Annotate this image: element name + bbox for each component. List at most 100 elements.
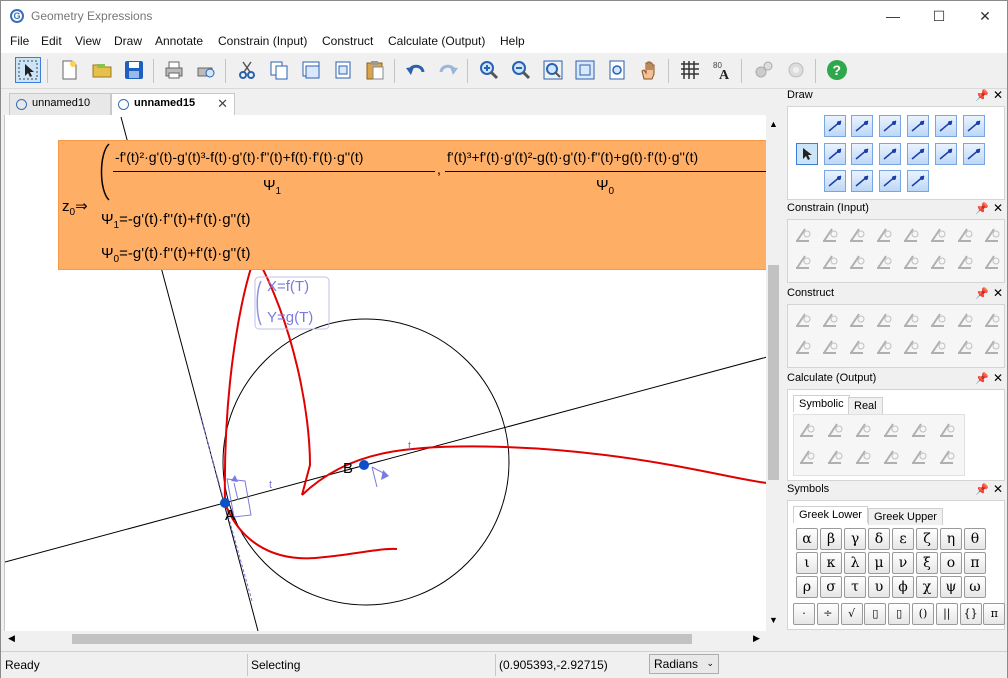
result-expression-box[interactable]: z0⇒ -f'(t)²·g'(t)-g'(t)³-f(t)·g'(t)·f''(…	[58, 140, 766, 270]
save-button[interactable]	[121, 57, 147, 83]
greek-symbol-button[interactable]: ω	[964, 576, 986, 598]
disabled-tool-button[interactable]	[927, 309, 949, 331]
greek-symbol-button[interactable]: ξ	[916, 552, 938, 574]
close-panel-icon[interactable]: ✕	[993, 371, 1003, 385]
operator-symbol-button[interactable]: ▯	[888, 603, 911, 625]
line-ab[interactable]	[5, 356, 766, 563]
settings-button[interactable]	[751, 57, 777, 83]
evolute-curve-left[interactable]	[223, 247, 259, 504]
menu-calculate[interactable]: Calculate (Output)	[388, 34, 485, 48]
draw-tool-button[interactable]	[851, 170, 873, 192]
greek-symbol-button[interactable]: κ	[820, 552, 842, 574]
disabled-tool-button[interactable]	[981, 251, 1003, 273]
disabled-tool-button[interactable]	[846, 251, 868, 273]
draw-tool-button[interactable]	[824, 170, 846, 192]
point-b[interactable]	[359, 460, 369, 470]
pan-button[interactable]	[636, 57, 662, 83]
disabled-tool-button[interactable]	[880, 419, 902, 441]
greek-symbol-button[interactable]: γ	[844, 528, 866, 550]
select-tool-button[interactable]	[15, 57, 41, 83]
vertical-scrollbar[interactable]: ▲ ▼	[766, 115, 781, 631]
draw-tool-button[interactable]	[879, 170, 901, 192]
greek-symbol-button[interactable]: α	[796, 528, 818, 550]
disabled-tool-button[interactable]	[792, 309, 814, 331]
pin-icon[interactable]: 📌	[975, 202, 989, 215]
disabled-tool-button[interactable]	[819, 336, 841, 358]
pin-icon[interactable]: 📌	[975, 483, 989, 496]
scroll-right-icon[interactable]: ▶	[753, 633, 760, 644]
greek-symbol-button[interactable]: μ	[868, 552, 890, 574]
open-file-button[interactable]	[89, 57, 115, 83]
maximize-button[interactable]: ☐	[916, 1, 962, 31]
disabled-tool-button[interactable]	[981, 336, 1003, 358]
zoom-fit-button[interactable]	[572, 57, 598, 83]
disabled-tool-button[interactable]	[873, 251, 895, 273]
menu-file[interactable]: File	[10, 34, 29, 48]
draw-tool-button[interactable]	[796, 143, 818, 165]
disabled-tool-button[interactable]	[792, 224, 814, 246]
operator-symbol-button[interactable]: π	[983, 603, 1006, 625]
disabled-tool-button[interactable]	[873, 309, 895, 331]
disabled-tool-button[interactable]	[846, 336, 868, 358]
vertical-scroll-thumb[interactable]	[768, 265, 779, 480]
disabled-tool-button[interactable]	[824, 446, 846, 468]
zoom-out-button[interactable]	[508, 57, 534, 83]
close-panel-icon[interactable]: ✕	[993, 482, 1003, 496]
draw-tool-button[interactable]	[851, 115, 873, 137]
zoom-box-button[interactable]	[540, 57, 566, 83]
drawing-canvas[interactable]: A B t t X=f(T) Y=g(T) z0⇒ -f'(t)²·g'(t)-…	[4, 115, 766, 631]
disabled-tool-button[interactable]	[792, 336, 814, 358]
disabled-tool-button[interactable]	[873, 336, 895, 358]
greek-symbol-button[interactable]: θ	[964, 528, 986, 550]
paste-button[interactable]	[362, 57, 388, 83]
disabled-tool-button[interactable]	[900, 224, 922, 246]
disabled-tool-button[interactable]	[792, 251, 814, 273]
disabled-tool-button[interactable]	[927, 224, 949, 246]
draw-tool-button[interactable]	[879, 143, 901, 165]
disabled-tool-button[interactable]	[819, 224, 841, 246]
print-button[interactable]	[161, 57, 187, 83]
greek-symbol-button[interactable]: ι	[796, 552, 818, 574]
greek-symbol-button[interactable]: ϕ	[892, 576, 914, 598]
disabled-tool-button[interactable]	[824, 419, 846, 441]
horizontal-scroll-thumb[interactable]	[72, 634, 692, 644]
close-button[interactable]: ✕	[962, 1, 1008, 31]
disabled-tool-button[interactable]	[819, 251, 841, 273]
draw-tool-button[interactable]	[824, 115, 846, 137]
draw-tool-button[interactable]	[963, 115, 985, 137]
disabled-tool-button[interactable]	[908, 419, 930, 441]
print-preview-button[interactable]	[193, 57, 219, 83]
menu-annotate[interactable]: Annotate	[155, 34, 203, 48]
disabled-tool-button[interactable]	[900, 336, 922, 358]
greek-symbol-button[interactable]: σ	[820, 576, 842, 598]
tab-greek-lower[interactable]: Greek Lower	[793, 506, 868, 523]
disabled-tool-button[interactable]	[900, 251, 922, 273]
menu-help[interactable]: Help	[500, 34, 525, 48]
greek-symbol-button[interactable]: ρ	[796, 576, 818, 598]
disabled-tool-button[interactable]	[880, 446, 902, 468]
draw-tool-button[interactable]	[935, 115, 957, 137]
copy-expression-button[interactable]	[330, 57, 356, 83]
disabled-tool-button[interactable]	[846, 309, 868, 331]
grid-button[interactable]	[677, 57, 703, 83]
greek-symbol-button[interactable]: υ	[868, 576, 890, 598]
greek-symbol-button[interactable]: ζ	[916, 528, 938, 550]
new-file-button[interactable]	[56, 57, 82, 83]
pin-icon[interactable]: 📌	[975, 287, 989, 300]
disabled-tool-button[interactable]	[908, 446, 930, 468]
draw-tool-button[interactable]	[851, 143, 873, 165]
greek-symbol-button[interactable]: χ	[916, 576, 938, 598]
greek-symbol-button[interactable]: η	[940, 528, 962, 550]
disabled-tool-button[interactable]	[936, 419, 958, 441]
greek-symbol-button[interactable]: ο	[940, 552, 962, 574]
tab-greek-upper[interactable]: Greek Upper	[868, 508, 943, 525]
disabled-tool-button[interactable]	[796, 446, 818, 468]
draw-tool-button[interactable]	[963, 143, 985, 165]
copy-as-button[interactable]	[298, 57, 324, 83]
disabled-tool-button[interactable]	[954, 309, 976, 331]
draw-tool-button[interactable]	[879, 115, 901, 137]
operator-symbol-button[interactable]: ÷	[816, 603, 839, 625]
close-panel-icon[interactable]: ✕	[993, 286, 1003, 300]
greek-symbol-button[interactable]: π	[964, 552, 986, 574]
font-button[interactable]: 80 A	[709, 57, 735, 83]
